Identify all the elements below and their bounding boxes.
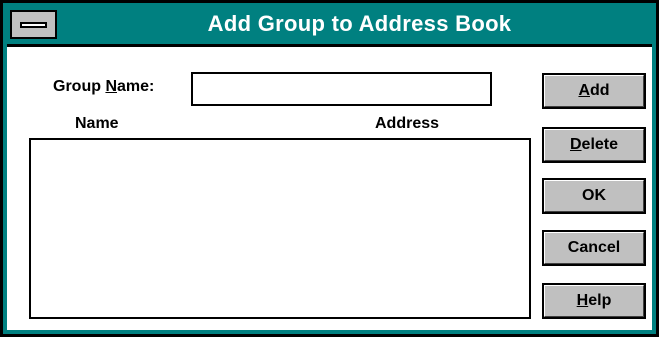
group-name-label-accel: N bbox=[105, 78, 117, 95]
delete-button-accel: D bbox=[569, 136, 582, 153]
add-button-rest: dd bbox=[590, 82, 610, 99]
delete-button-rest: elete bbox=[581, 136, 619, 153]
cancel-button-label: Cancel bbox=[567, 239, 621, 256]
cancel-button[interactable]: Cancel bbox=[542, 230, 646, 266]
help-button-rest: elp bbox=[588, 292, 612, 309]
group-name-input[interactable] bbox=[193, 74, 490, 104]
delete-button[interactable]: Delete bbox=[542, 127, 646, 163]
group-name-label-prefix: Group bbox=[53, 78, 106, 95]
add-button-accel: A bbox=[578, 82, 590, 99]
window-title: Add Group to Address Book bbox=[207, 11, 512, 36]
name-column-header: Name bbox=[75, 115, 119, 132]
system-menu-bar bbox=[20, 22, 47, 28]
group-name-field[interactable] bbox=[191, 72, 492, 106]
ok-button-label: OK bbox=[582, 187, 606, 204]
group-members-list[interactable] bbox=[29, 138, 531, 319]
help-button[interactable]: Help bbox=[542, 283, 646, 319]
add-button[interactable]: Add bbox=[542, 73, 646, 109]
title-bar[interactable]: Add Group to Address Book bbox=[3, 3, 656, 47]
group-name-label: Group Name: bbox=[53, 78, 154, 96]
help-button-accel: H bbox=[576, 292, 589, 309]
group-name-label-suffix: ame: bbox=[117, 78, 155, 95]
address-column-header: Address bbox=[375, 115, 440, 132]
system-menu-icon[interactable] bbox=[10, 10, 57, 39]
add-group-dialog: Add Group to Address Book Group Name: Na… bbox=[0, 0, 659, 337]
ok-button[interactable]: OK bbox=[542, 178, 646, 214]
